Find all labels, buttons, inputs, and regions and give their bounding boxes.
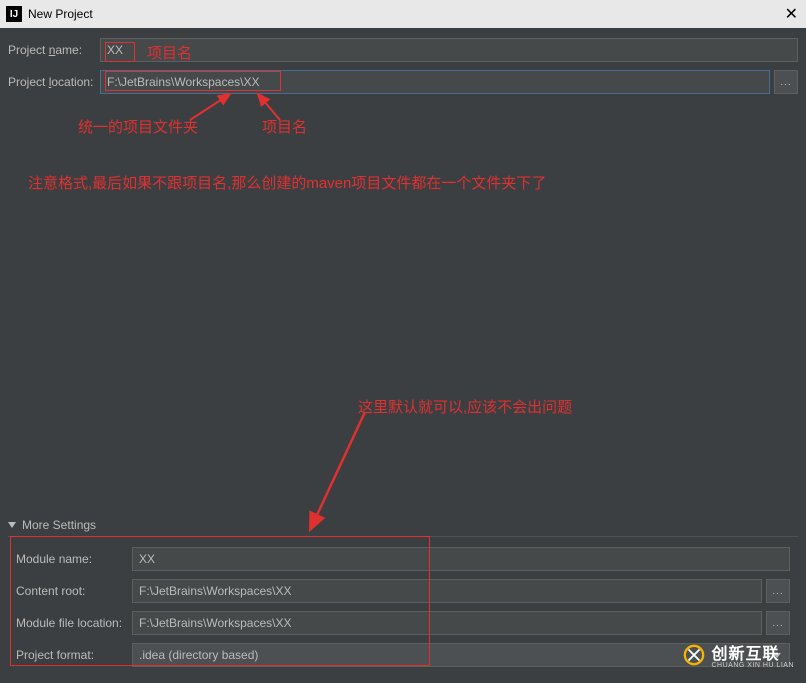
project-location-input[interactable]: [100, 70, 770, 94]
more-settings-section: More Settings Module name: Content root:…: [8, 518, 798, 679]
content-root-label: Content root:: [16, 584, 132, 598]
annotation-unified-folder: 统一的项目文件夹: [78, 116, 198, 137]
form-area: Project name: Project location: ...: [0, 28, 806, 112]
project-name-label: Project name:: [8, 43, 100, 57]
project-location-row: Project location: ...: [8, 70, 798, 94]
browse-module-file-button[interactable]: ...: [766, 611, 790, 635]
watermark: 创新互联 CHUANG XIN HU LIAN: [683, 640, 794, 669]
close-icon[interactable]: ✕: [785, 4, 798, 24]
module-file-location-input[interactable]: [132, 611, 762, 635]
annotation-default-ok: 这里默认就可以,应该不会出问题: [358, 396, 572, 417]
watermark-logo-icon: [683, 644, 705, 666]
content-root-input[interactable]: [132, 579, 762, 603]
module-name-input[interactable]: [132, 547, 790, 571]
app-icon: IJ: [6, 6, 22, 22]
annotation-project-name-2: 项目名: [262, 116, 307, 137]
project-location-label: Project location:: [8, 75, 100, 89]
module-name-label: Module name:: [16, 552, 132, 566]
browse-location-button[interactable]: ...: [774, 70, 798, 94]
more-settings-toggle[interactable]: More Settings: [8, 518, 798, 532]
window-title: New Project: [28, 7, 93, 21]
browse-content-root-button[interactable]: ...: [766, 579, 790, 603]
title-bar: IJ New Project ✕: [0, 0, 806, 28]
more-settings-label: More Settings: [22, 518, 96, 532]
watermark-main: 创新互联: [711, 646, 779, 663]
annotation-format-warning: 注意格式,最后如果不跟项目名,那么创建的maven项目文件都在一个文件夹下了: [28, 172, 546, 193]
settings-panel: Module name: Content root: ... Module fi…: [8, 536, 798, 679]
chevron-down-icon: [8, 522, 16, 528]
project-format-label: Project format:: [16, 648, 132, 662]
project-name-input[interactable]: [100, 38, 798, 62]
watermark-sub: CHUANG XIN HU LIAN: [711, 662, 794, 669]
module-file-location-label: Module file location:: [16, 616, 132, 630]
project-format-value: .idea (directory based): [139, 648, 258, 662]
project-name-row: Project name:: [8, 38, 798, 62]
